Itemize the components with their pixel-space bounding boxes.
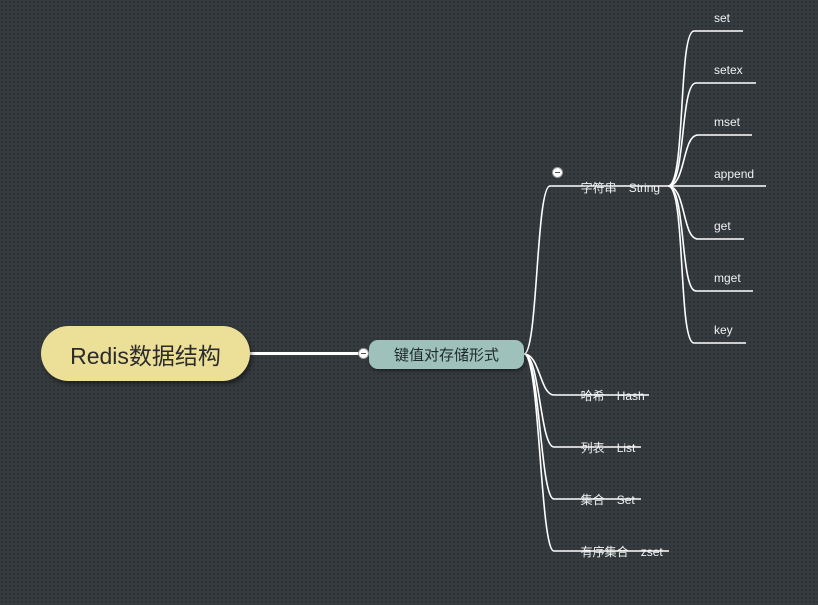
command-append[interactable]: append [714, 167, 754, 181]
main-topic[interactable]: 键值对存储形式 [369, 340, 524, 369]
command-set[interactable]: set [714, 11, 730, 25]
topic-hash-cn: 哈希 [580, 389, 605, 403]
topic-hash-en: Hash [616, 389, 645, 403]
collapse-main-topic-icon[interactable] [358, 348, 369, 359]
topic-set-en: Set [616, 493, 635, 507]
command-key[interactable]: key [714, 323, 733, 337]
topic-set[interactable]: 集合 Set [574, 479, 635, 507]
topic-string-en: String [628, 181, 661, 195]
collapse-string-icon[interactable] [552, 167, 563, 178]
topic-list-en: List [616, 441, 636, 455]
topic-zset-cn: 有序集合 [580, 545, 629, 559]
command-mget[interactable]: mget [714, 271, 741, 285]
command-mset[interactable]: mset [714, 115, 740, 129]
root-topic[interactable]: Redis数据结构 [41, 326, 250, 381]
topic-string-cn: 字符串 [580, 181, 617, 195]
topic-set-cn: 集合 [580, 493, 605, 507]
connector-lines [250, 30, 766, 552]
connector-string [523, 185, 668, 355]
topic-zset[interactable]: 有序集合 zset [574, 531, 663, 559]
topic-string[interactable]: 字符串 String [574, 167, 660, 195]
topic-zset-en: zset [640, 545, 663, 559]
command-get[interactable]: get [714, 219, 731, 233]
topic-hash[interactable]: 哈希 Hash [574, 375, 645, 403]
topic-list-cn: 列表 [580, 441, 605, 455]
topic-list[interactable]: 列表 List [574, 427, 636, 455]
command-setex[interactable]: setex [714, 63, 743, 77]
